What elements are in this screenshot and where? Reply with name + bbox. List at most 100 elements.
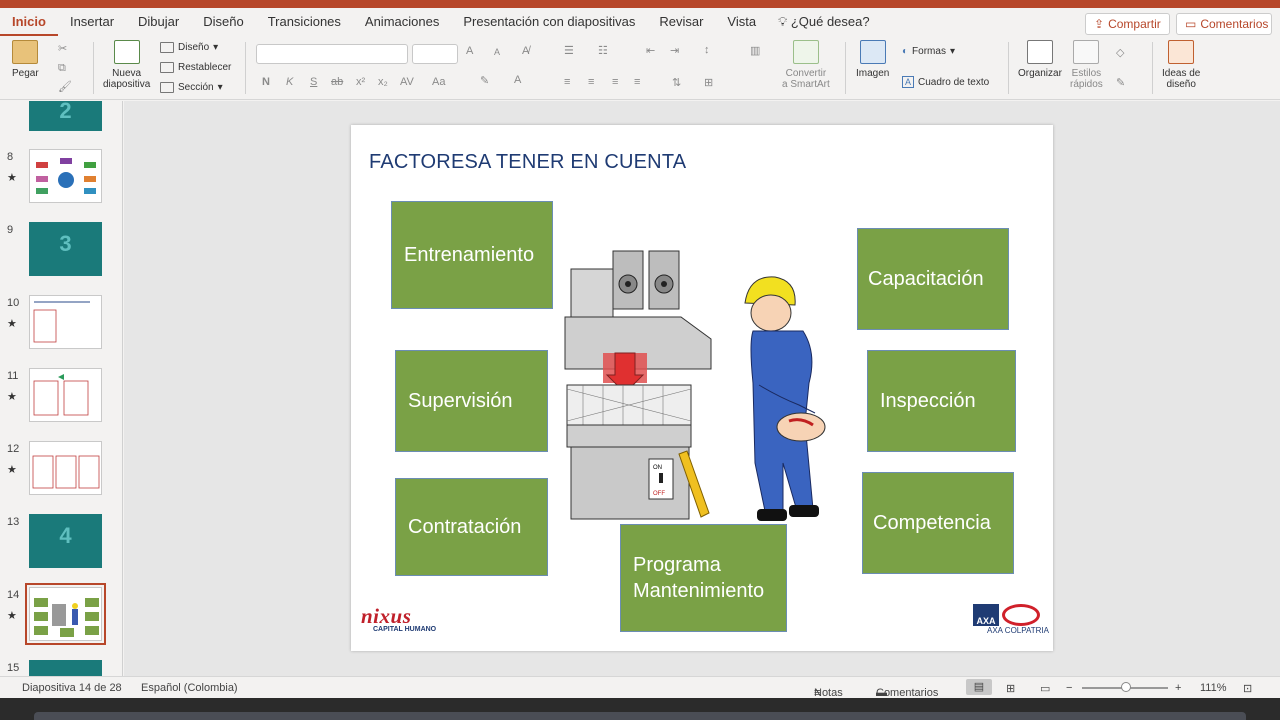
paste-button[interactable]: Pegar (12, 40, 39, 79)
box-competencia[interactable]: Competencia (862, 472, 1014, 574)
ribbon-separator (245, 42, 246, 94)
quick-styles-label-2: rápidos (1070, 79, 1103, 90)
tab-transiciones[interactable]: Transiciones (256, 8, 353, 36)
align-left-icon[interactable]: ≡ (564, 76, 570, 88)
underline-button[interactable]: S (310, 76, 317, 88)
font-family-select[interactable] (256, 44, 408, 64)
justify-icon[interactable]: ≡ (634, 76, 640, 88)
format-painter-icon[interactable]: 🖌︎ (58, 80, 72, 93)
numbering-icon[interactable]: ☷ (598, 44, 608, 57)
section-label: Sección (178, 82, 214, 93)
align-right-icon[interactable]: ≡ (612, 76, 618, 88)
tab-vista[interactable]: Vista (715, 8, 768, 36)
zoom-out-button[interactable]: − (1066, 682, 1072, 694)
sorter-view-button[interactable]: ⊞ (1006, 682, 1015, 695)
grow-font-icon[interactable]: A (466, 45, 473, 57)
language-indicator[interactable]: Español (Colombia) (141, 682, 238, 694)
italic-button[interactable]: K (286, 76, 293, 88)
copy-icon[interactable]: ⧉ (58, 62, 66, 75)
share-button[interactable]: ⇪ Compartir (1085, 13, 1170, 35)
text-direction-icon[interactable]: ⇅ (672, 76, 681, 89)
tell-me-label: ¿Qué desea? (790, 14, 870, 29)
font-color-icon[interactable]: A (514, 74, 521, 86)
new-slide-button[interactable]: Nueva diapositiva (103, 40, 150, 90)
align-text-icon[interactable]: ⊞ (704, 76, 713, 89)
shape-fill-icon[interactable]: ◇ (1116, 46, 1124, 59)
normal-view-button[interactable]: ▤ (966, 679, 992, 695)
layout-icon (160, 42, 174, 53)
slide-thumb-14-selected[interactable] (25, 583, 106, 645)
tab-presentacion[interactable]: Presentación con diapositivas (451, 8, 647, 36)
quick-styles-button[interactable]: Estilos rápidos (1070, 40, 1103, 90)
bullets-icon[interactable]: ☰ (564, 44, 574, 57)
tab-inicio[interactable]: Inicio (0, 8, 58, 36)
indent-icon[interactable]: ⇥ (670, 44, 679, 57)
design-ideas-label-1: Ideas de (1162, 68, 1201, 79)
tab-insertar[interactable]: Insertar (58, 8, 126, 36)
zoom-level[interactable]: 111% (1200, 682, 1227, 694)
image-button[interactable]: Imagen (856, 40, 889, 79)
align-center-icon[interactable]: ≡ (588, 76, 594, 88)
thumb-number: 12 (7, 443, 20, 455)
highlight-icon[interactable]: ✎ (480, 74, 489, 87)
cut-icon[interactable]: ✂ (58, 42, 67, 55)
shapes-button[interactable]: ◐ Formas ▾ (902, 46, 955, 57)
subscript-button[interactable]: x₂ (378, 76, 388, 88)
line-spacing-icon[interactable]: ↕ (704, 44, 710, 56)
box-programa-mantenimiento[interactable]: Programa Mantenimiento (620, 524, 787, 632)
columns-icon[interactable]: ▥ (750, 44, 760, 57)
box-inspeccion[interactable]: Inspección (867, 350, 1016, 452)
tab-animaciones[interactable]: Animaciones (353, 8, 451, 36)
slide-thumb-7[interactable]: 2 (29, 101, 102, 131)
strikethrough-button[interactable]: ab (331, 76, 343, 88)
convert-smartart-button[interactable]: Convertir a SmartArt (782, 40, 830, 90)
box-supervision[interactable]: Supervisión (395, 350, 548, 452)
reading-view-button[interactable]: ▭ (1040, 682, 1050, 695)
zoom-in-button[interactable]: + (1175, 682, 1181, 694)
axa-tagline: AXA COLPATRIA (987, 626, 1049, 635)
slide-thumb-15[interactable] (29, 660, 102, 676)
outdent-icon[interactable]: ⇤ (646, 44, 655, 57)
section-button[interactable]: Sección ▾ (160, 82, 223, 93)
superscript-button[interactable]: x² (356, 76, 365, 88)
ribbon-separator (1008, 42, 1009, 94)
slide-thumb-10[interactable] (29, 295, 102, 349)
thumb-content (33, 374, 89, 416)
box-entrenamiento[interactable]: Entrenamiento (391, 201, 553, 309)
zoom-slider-thumb[interactable] (1121, 682, 1131, 692)
slide-thumb-11[interactable] (29, 368, 102, 422)
comments-button[interactable]: ▭ Comentarios (1176, 13, 1272, 35)
font-size-select[interactable] (412, 44, 458, 64)
layout-button[interactable]: Diseño ▾ (160, 42, 218, 53)
char-spacing-button[interactable]: AV (400, 76, 414, 88)
reset-button[interactable]: Restablecer (160, 62, 231, 73)
bold-button[interactable]: N (262, 76, 270, 88)
design-ideas-button[interactable]: Ideas de diseño (1162, 40, 1200, 90)
slide-thumb-12[interactable] (29, 441, 102, 495)
tab-dibujar[interactable]: Dibujar (126, 8, 191, 36)
clipboard-icon (12, 40, 39, 64)
clear-format-icon[interactable]: A̸ (522, 45, 529, 57)
change-case-button[interactable]: Aa (432, 76, 445, 88)
slide-thumb-13[interactable]: 4 (29, 514, 102, 568)
switch-on-label: ON (653, 465, 662, 471)
box-contratacion[interactable]: Contratación (395, 478, 548, 576)
animation-star-icon: ★ (7, 172, 17, 184)
box-capacitacion[interactable]: Capacitación (857, 228, 1009, 330)
slide-14[interactable]: FACTORESA TENER EN CUENTA Entrenamiento … (351, 125, 1053, 651)
slide-thumbnail-pane[interactable]: 2 8 ★ 9 3 10 ★ 11 ★ 12 ★ 13 4 14 ★ 15 (0, 101, 123, 676)
tab-diseno[interactable]: Diseño (191, 8, 255, 36)
textbox-button[interactable]: A Cuadro de texto (902, 76, 989, 88)
tab-revisar[interactable]: Revisar (647, 8, 715, 36)
new-slide-label-1: Nueva (112, 68, 142, 79)
tell-me-search[interactable]: 💡︎ ¿Qué desea? (778, 14, 870, 30)
slide-thumb-8[interactable] (29, 149, 102, 203)
shape-outline-icon[interactable]: ✎ (1116, 76, 1125, 89)
arrange-button[interactable]: Organizar (1018, 40, 1062, 79)
shrink-font-icon[interactable]: A (494, 47, 500, 57)
fit-slide-icon[interactable]: ⊡ (1243, 682, 1252, 695)
slide-thumb-9[interactable]: 3 (29, 222, 102, 276)
slide-title[interactable]: FACTORESA TENER EN CUENTA (369, 151, 686, 174)
share-icon: ⇪ (1094, 17, 1105, 31)
os-dock (34, 712, 1246, 720)
